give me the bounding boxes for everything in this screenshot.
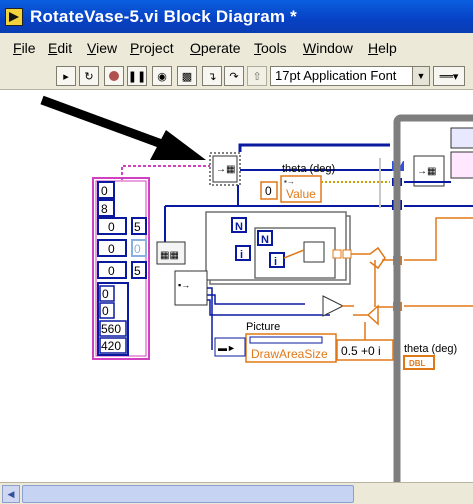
compound-node[interactable] [322,295,345,317]
dbl-type-label: DBL [409,359,426,368]
theta-value-property-node[interactable]: ▪→ Value [280,175,322,203]
node-glyph-icon: →▦ [216,164,235,175]
menu-tools[interactable]: Tools [254,40,287,56]
run-arrow-icon[interactable]: ▸ [56,66,76,86]
cluster-val-2: 0 [108,220,115,234]
picture-label: Picture [246,321,280,333]
block-diagram-canvas[interactable]: 0 8 0 5 0 0 0 5 0 0 560 420 →▦ theta (de [0,90,473,482]
menu-operate[interactable]: Operate [190,40,241,56]
for-loop-outer-N: N [235,221,243,233]
inner-subvi[interactable] [303,241,325,263]
subvi-icon-b[interactable] [450,151,473,179]
abort-icon[interactable] [104,66,124,86]
menu-window[interactable]: Window [303,40,353,56]
cluster-val-1: 8 [101,202,108,216]
indexing-tunnel-1[interactable] [332,249,342,259]
cluster-val-9: 0 [102,304,109,318]
scroll-thumb[interactable] [22,485,354,503]
subvi-icon-a[interactable] [450,127,473,149]
unbundle-wire-1[interactable] [207,287,213,350]
inner-wire-3[interactable] [404,217,473,261]
highlight-execution-icon[interactable]: ◉ [152,66,172,86]
unbundle-wire-2[interactable] [207,294,305,305]
indexing-tunnel-2[interactable] [342,249,352,259]
theta-zero-constant[interactable]: 0 [260,181,278,200]
for-loop-inner-i: i [274,256,277,268]
retain-wire-values-icon[interactable]: ▩ [177,66,197,86]
font-select-value: 17pt Application Font [275,68,397,83]
menu-bar: File Edit View Project Operate Tools Win… [0,33,473,64]
cluster-val-0: 0 [101,184,108,198]
unbundle-wire-3[interactable] [207,299,330,316]
menu-help[interactable]: Help [368,40,397,56]
cluster-val-3: 5 [134,220,141,234]
font-select[interactable]: 17pt Application Font ▼ [270,66,430,86]
align-objects-button[interactable]: ══▾ [433,66,465,86]
inner-node-icon: →▦ [417,166,436,177]
property-node-icon: ▪→ [284,177,295,186]
menu-project[interactable]: Project [130,40,174,56]
cluster-val-5: 0 [134,242,141,256]
selected-node[interactable]: →▦ [209,152,241,186]
run-continuously-icon[interactable]: ↻ [79,66,99,86]
draw-area-size-property-node[interactable]: DrawAreaSize [245,333,337,363]
step-over-icon[interactable]: ↷ [224,66,244,86]
arrow-annotation-icon [40,95,206,160]
scroll-left-icon[interactable]: ◀ [2,485,20,503]
unbundle-icon: ▪→ [178,280,190,290]
complex-constant[interactable]: 0.5 +0 i [336,339,394,361]
cluster-val-4: 0 [108,242,115,256]
for-loop-outer-i: i [240,249,243,261]
multiply-node[interactable] [353,304,379,326]
cluster-val-7: 5 [134,264,141,278]
window-title: RotateVase-5.vi Block Diagram * [30,7,297,26]
cluster-val-10: 560 [101,322,121,336]
draw-area-size-property: DrawAreaSize [251,347,328,361]
array-subset-icon: ▦▦ [160,250,179,261]
title-bar: RotateVase-5.vi Block Diagram * [0,0,473,33]
chevron-down-icon[interactable]: ▼ [412,67,429,85]
menu-edit[interactable]: Edit [48,40,72,56]
cluster-val-11: 420 [101,339,121,353]
menu-view[interactable]: View [87,40,117,56]
theta-zero-value: 0 [265,184,272,198]
for-loop-inner-N: N [261,234,269,246]
cluster-val-6: 0 [108,264,115,278]
step-out-icon[interactable]: ⇧ [247,66,267,86]
labview-app-icon[interactable] [5,8,23,26]
complex-constant-value: 0.5 +0 i [341,344,381,358]
diagram-svg: 0 8 0 5 0 0 0 5 0 0 560 420 →▦ theta (de [40,95,473,482]
toolbar: ▸ ↻ ❚❚ ◉ ▩ ↴ ↷ ⇧ 17pt Application Font ▼ … [0,63,473,90]
picture-refnum-icon: ▬► [218,343,236,353]
subtract-node[interactable] [351,246,386,270]
step-into-icon[interactable]: ↴ [202,66,222,86]
pause-icon[interactable]: ❚❚ [127,66,147,86]
horizontal-scrollbar[interactable]: ◀ [0,482,473,504]
top-refnum-wire[interactable] [238,143,390,152]
theta-property-label: theta (deg) [282,163,335,175]
value-property: Value [286,187,316,201]
cluster-val-8: 0 [102,287,109,301]
align-objects-label: ══▾ [439,69,459,83]
theta-indicator-label: theta (deg) [404,343,457,355]
menu-file[interactable]: File [13,40,36,56]
cluster-constant[interactable]: 0 8 0 5 0 0 0 5 0 0 560 420 [92,177,150,360]
